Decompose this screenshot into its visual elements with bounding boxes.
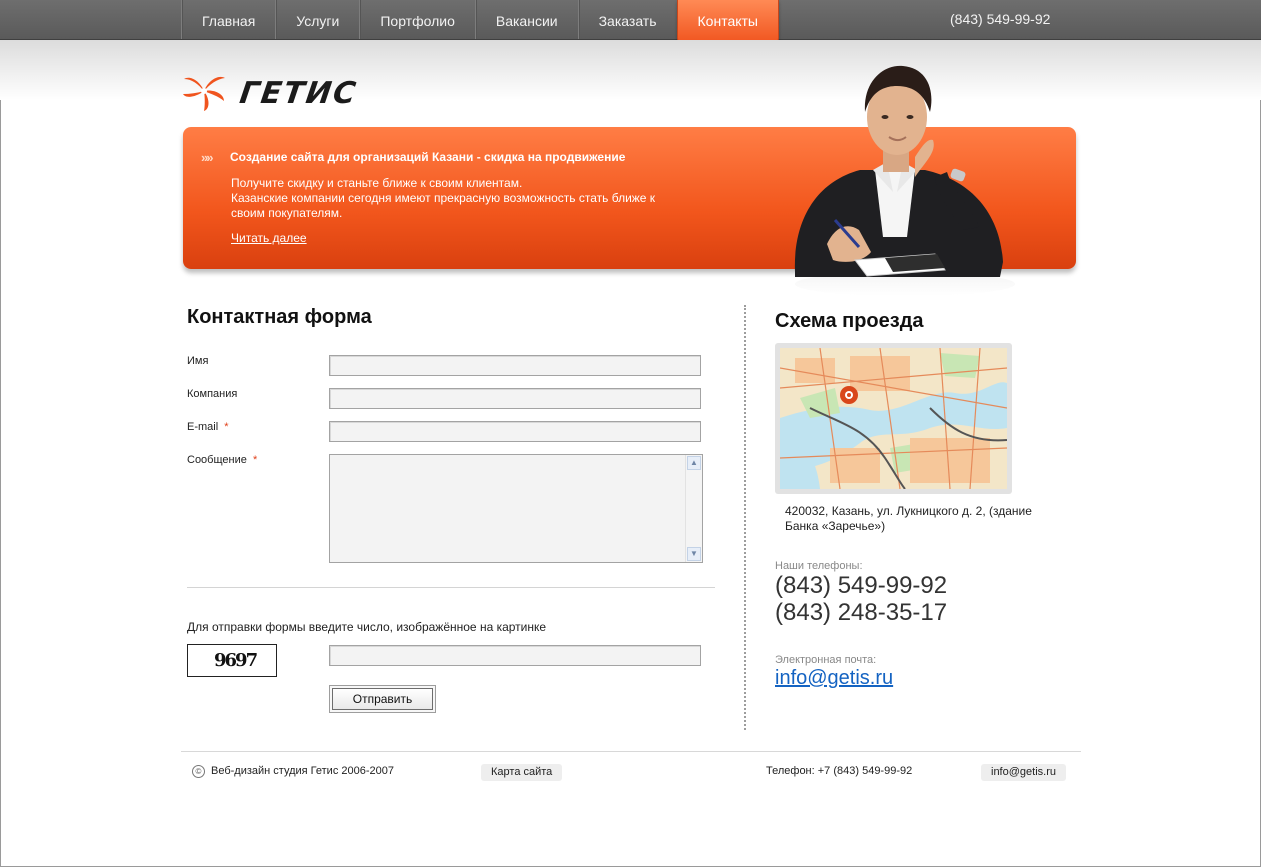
logo-flower-icon <box>183 76 225 111</box>
nav-home[interactable]: Главная <box>181 0 275 39</box>
nav-portfolio[interactable]: Портфолио <box>359 0 475 39</box>
contact-form-title: Контактная форма <box>187 306 372 328</box>
captcha-prompt: Для отправки формы введите число, изобра… <box>187 620 547 634</box>
banner-line: Казанские компании сегодня имеют прекрас… <box>231 191 656 220</box>
header-phone: (843) 549-99-92 <box>950 11 1051 27</box>
message-textarea[interactable]: ▲ ▼ <box>329 454 703 563</box>
email-label-text: E-mail <box>187 421 219 433</box>
scroll-up-icon[interactable]: ▲ <box>687 456 701 470</box>
message-scrollbar[interactable]: ▲ ▼ <box>685 455 702 562</box>
map-title: Схема проезда <box>775 310 924 332</box>
form-divider <box>187 587 715 588</box>
scroll-down-icon[interactable]: ▼ <box>687 547 701 561</box>
sitemap-link[interactable]: Карта сайта <box>481 764 563 781</box>
column-divider <box>744 305 746 730</box>
businessman-image <box>794 65 1015 296</box>
footer-phone: Телефон: +7 (843) 549-99-92 <box>766 765 913 777</box>
phones-label: Наши телефоны: <box>775 560 863 572</box>
email-section-label: Электронная почта: <box>775 654 877 666</box>
name-label: Имя <box>187 355 209 367</box>
submit-button-label: Отправить <box>332 688 433 710</box>
main-nav: Главная Услуги Портфолио Вакансии Заказа… <box>181 0 779 44</box>
email-field[interactable] <box>329 421 701 442</box>
footer-email-link[interactable]: info@getis.ru <box>981 764 1066 781</box>
banner-line: Получите скидку и станьте ближе к своим … <box>231 176 523 190</box>
email-label: E-mail * <box>187 421 229 433</box>
address-text: 420032, Казань, ул. Лукницкого д. 2, (зд… <box>785 504 1032 533</box>
phone-number-2: (843) 248-35-17 <box>775 599 948 626</box>
captcha-field[interactable] <box>329 645 701 666</box>
location-map[interactable] <box>775 343 1012 494</box>
company-field[interactable] <box>329 388 701 409</box>
message-label: Сообщение * <box>187 454 257 466</box>
top-navigation-bar: Главная Услуги Портфолио Вакансии Заказа… <box>0 0 1261 44</box>
email-link[interactable]: info@getis.ru <box>775 667 893 690</box>
nav-vacancies[interactable]: Вакансии <box>474 0 578 39</box>
nav-services[interactable]: Услуги <box>275 0 359 39</box>
copyright-icon: © <box>192 765 205 778</box>
nav-contacts[interactable]: Контакты <box>676 0 779 44</box>
name-field[interactable] <box>329 355 701 376</box>
footer-divider <box>181 751 1081 752</box>
phone-number-1: (843) 549-99-92 <box>775 572 948 599</box>
map-image <box>780 348 1007 489</box>
required-marker: * <box>253 454 258 466</box>
message-label-text: Сообщение <box>187 454 247 466</box>
company-label: Компания <box>187 388 238 400</box>
logo-text: ГЕТИС <box>237 76 360 111</box>
double-arrow-icon: »» <box>201 150 214 165</box>
captcha-code: 9697 <box>214 650 258 671</box>
nav-order[interactable]: Заказать <box>577 0 677 39</box>
footer-copyright: Веб-дизайн студия Гетис 2006-2007 <box>211 765 394 777</box>
site-logo[interactable]: ГЕТИС <box>181 72 381 112</box>
required-marker: * <box>224 421 229 433</box>
banner-text: Получите скидку и станьте ближе к своим … <box>231 176 681 221</box>
captcha-image: 9697 <box>187 644 277 677</box>
banner-title: Создание сайта для организаций Казани - … <box>230 150 626 164</box>
read-more-link[interactable]: Читать далее <box>231 231 307 245</box>
submit-button[interactable]: Отправить <box>329 685 436 713</box>
